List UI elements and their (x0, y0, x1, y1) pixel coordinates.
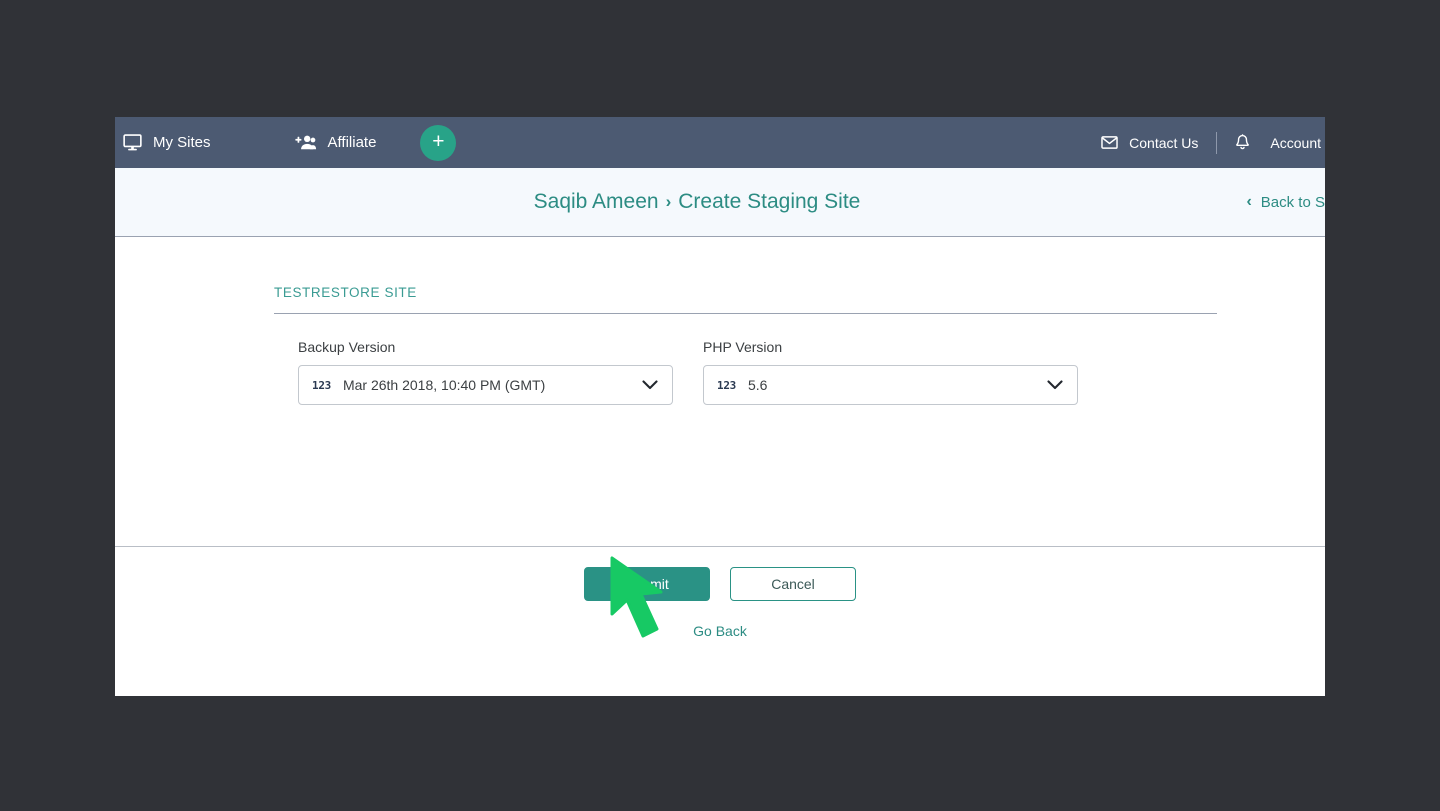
numeric-123-icon: 123 (312, 378, 331, 392)
nav-item-account[interactable]: Account (1270, 136, 1325, 150)
nav-item-contact-us-label: Contact Us (1129, 134, 1199, 151)
nav-divider (1216, 131, 1218, 154)
field-backup-version-label: Backup Version (298, 339, 396, 355)
form-fields: Backup Version 123 Mar 26th 2018, 10:40 … (298, 339, 1325, 405)
nav-item-account-label: Account (1270, 134, 1321, 151)
backup-version-select[interactable]: 123 Mar 26th 2018, 10:40 PM (GMT) (298, 365, 673, 405)
bell-icon (1235, 134, 1250, 151)
nav-item-affiliate[interactable]: Affiliate (294, 134, 377, 151)
nav-left-group: My Sites Affiliate + (115, 124, 457, 161)
nav-right-group: Contact Us Account (1101, 117, 1325, 168)
plus-icon: + (432, 130, 445, 153)
chevron-down-icon (1047, 380, 1063, 390)
submit-button[interactable]: Submit (584, 567, 710, 601)
monitor-icon (123, 133, 142, 152)
tab-bar: TESTRESTORE SITE (274, 284, 1217, 314)
back-to-site-link[interactable]: ‹ Back to S (1246, 193, 1325, 211)
nav-item-my-sites-label: My Sites (153, 134, 211, 151)
field-php-version-label: PHP Version (703, 339, 783, 355)
add-new-button[interactable]: + (420, 124, 457, 161)
php-version-select[interactable]: 123 5.6 (703, 365, 1078, 405)
numeric-123-icon: 123 (717, 378, 736, 392)
breadcrumb-current-page: Create Staging Site (678, 190, 861, 213)
chevron-down-icon (642, 380, 658, 390)
notifications-button[interactable] (1235, 134, 1250, 151)
breadcrumb-bar: Saqib Ameen › Create Staging Site ‹ Back… (115, 168, 1325, 237)
nav-item-my-sites[interactable]: My Sites (123, 133, 211, 152)
go-back-link[interactable]: Go Back (693, 623, 747, 639)
breadcrumb: Saqib Ameen › Create Staging Site (534, 190, 861, 214)
tab-testrestore-site[interactable]: TESTRESTORE SITE (274, 285, 417, 313)
top-navigation-bar: My Sites Affiliate + Contact Us Account (115, 117, 1325, 168)
cancel-button[interactable]: Cancel (730, 567, 856, 601)
form-footer: Submit Cancel Go Back (115, 546, 1325, 641)
nav-item-contact-us[interactable]: Contact Us (1101, 136, 1198, 150)
breadcrumb-site-name[interactable]: Saqib Ameen (534, 190, 659, 214)
chevron-left-icon: ‹ (1246, 193, 1252, 210)
app-window: My Sites Affiliate + Contact Us Account … (115, 117, 1325, 696)
field-backup-version: Backup Version 123 Mar 26th 2018, 10:40 … (298, 339, 673, 405)
back-to-site-label: Back to S (1260, 193, 1325, 211)
field-php-version: PHP Version 123 5.6 (703, 339, 1078, 405)
form-body: TESTRESTORE SITE Backup Version 123 Mar … (115, 284, 1325, 546)
php-version-value: 5.6 (747, 377, 768, 393)
envelope-icon (1101, 136, 1118, 149)
nav-item-affiliate-label: Affiliate (327, 134, 377, 151)
add-users-icon (294, 134, 317, 151)
footer-button-row: Submit Cancel (115, 567, 1325, 601)
backup-version-value: Mar 26th 2018, 10:40 PM (GMT) (342, 377, 546, 393)
breadcrumb-separator-icon: › (665, 192, 672, 211)
